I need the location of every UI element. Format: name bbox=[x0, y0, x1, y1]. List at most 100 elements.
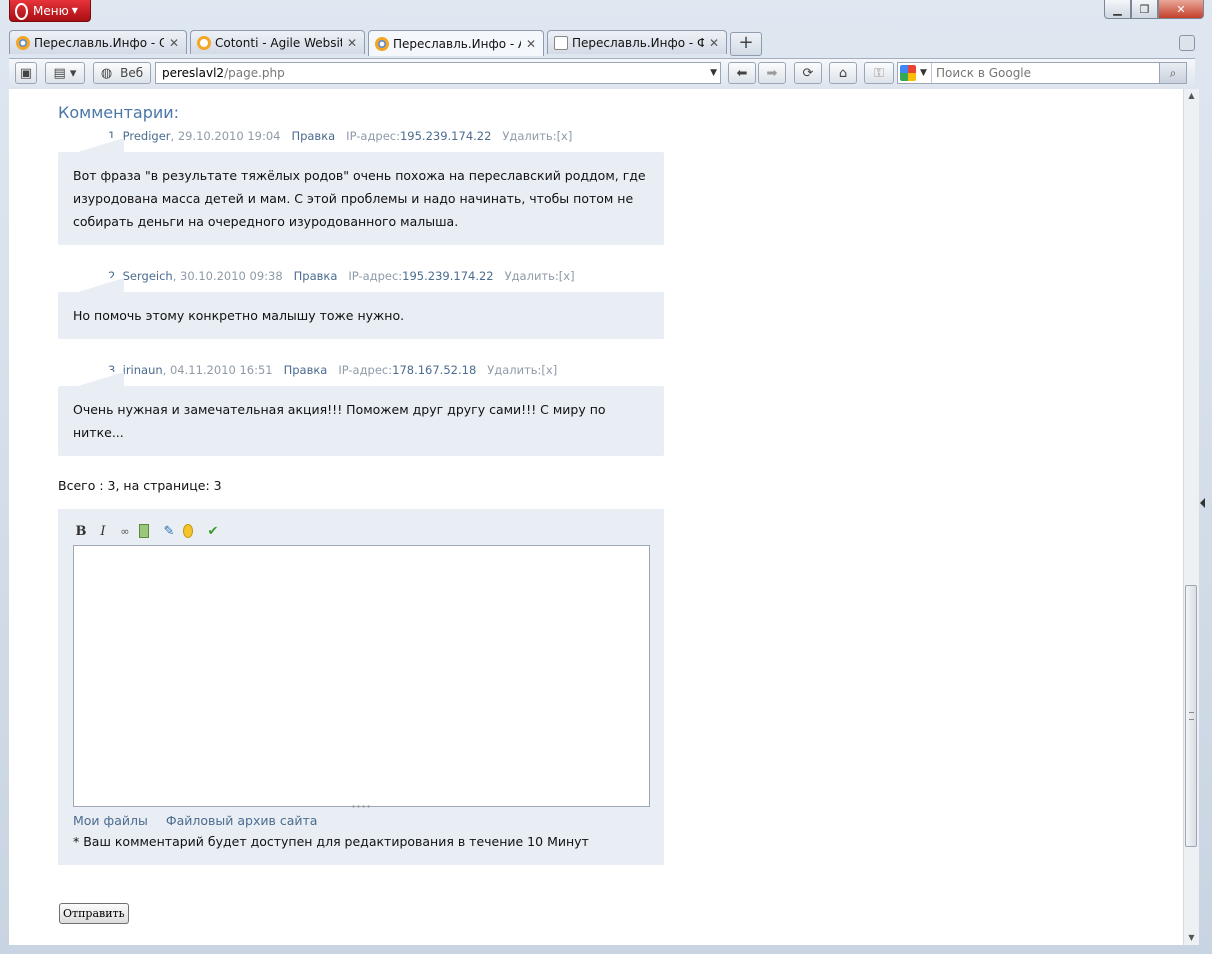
submit-button[interactable]: Отправить bbox=[59, 903, 129, 924]
comment-text: Вот фраза "в результате тяжёлых родов" о… bbox=[58, 138, 664, 245]
comment-meta: 3. irinaun, 04.11.2010 16:51 Правка IP-а… bbox=[58, 363, 664, 380]
opera-menu-button[interactable]: Меню ▼ bbox=[9, 0, 91, 22]
comments-section: Комментарии: 1. Prediger, 29.10.2010 19:… bbox=[58, 89, 664, 865]
comment-text: Очень нужная и замечательная акция!!! По… bbox=[58, 372, 664, 456]
delete-link[interactable]: Удалить:[x] bbox=[502, 129, 572, 143]
web-button[interactable]: ◍ Веб bbox=[93, 62, 151, 84]
tab-title: Переславль.Инфо - Ф... bbox=[572, 35, 704, 50]
ip-address[interactable]: 195.239.174.22 bbox=[402, 269, 493, 283]
ip-address[interactable]: 195.239.174.22 bbox=[400, 129, 491, 143]
tab-4[interactable]: Переславль.Инфо - Ф... ✕ bbox=[547, 30, 727, 54]
arrow-right-icon: ➡ bbox=[766, 65, 778, 81]
my-files-link[interactable]: Мои файлы bbox=[73, 813, 148, 828]
chevron-down-icon[interactable]: ▼ bbox=[920, 68, 927, 78]
web-label: Веб bbox=[120, 66, 144, 80]
tab-title: Cotonti - Agile Websit... bbox=[215, 35, 342, 50]
delete-link[interactable]: Удалить:[x] bbox=[505, 269, 575, 283]
arrow-left-icon: ⬅ bbox=[736, 65, 748, 81]
file-archive-link[interactable]: Файловый архив сайта bbox=[166, 813, 318, 828]
search-box: ▼ ⌕ bbox=[897, 62, 1187, 84]
page-viewport: Комментарии: 1. Prediger, 29.10.2010 19:… bbox=[9, 89, 1183, 945]
opera-icon bbox=[16, 35, 30, 50]
comment-editor: B I ∞ ✎ ✔ ∙∙∙∙ Мои файлы Файловый архив … bbox=[58, 509, 664, 865]
browser-window: Меню ▼ ▁ ❐ ✕ Переславль.Инфо - О... ✕ Co… bbox=[0, 0, 1212, 954]
reload-icon: ⟳ bbox=[802, 65, 814, 81]
italic-button[interactable]: I bbox=[95, 523, 111, 539]
quote-icon[interactable]: ✎ bbox=[161, 523, 177, 539]
close-icon[interactable]: ✕ bbox=[346, 36, 358, 50]
menu-label: Меню bbox=[33, 3, 69, 18]
navigation-toolbar: ▣ ▤ ▾ ◍ Веб pereslavl2/page.php ▼ ⬅ ➡ ⟳ … bbox=[9, 58, 1195, 90]
link-icon[interactable]: ∞ bbox=[117, 523, 133, 539]
ne-icon bbox=[554, 35, 568, 50]
cotonti-icon bbox=[197, 35, 211, 50]
comment-date: , 30.10.2010 09:38 bbox=[172, 269, 283, 283]
opera-logo-icon bbox=[14, 2, 29, 20]
tab-1[interactable]: Переславль.Инфо - О... ✕ bbox=[9, 30, 187, 54]
editor-toolbar: B I ∞ ✎ ✔ bbox=[73, 521, 649, 541]
new-tab-button[interactable]: + bbox=[730, 32, 762, 56]
back-button[interactable]: ⬅ bbox=[728, 62, 756, 84]
image-button[interactable] bbox=[139, 523, 155, 539]
comment-meta: 2. Sergeich, 30.10.2010 09:38 Правка IP-… bbox=[58, 269, 664, 286]
comment-item: 1. Prediger, 29.10.2010 19:04 Правка IP-… bbox=[58, 129, 664, 245]
divider bbox=[931, 63, 932, 83]
check-icon[interactable]: ✔ bbox=[205, 523, 221, 539]
reload-button[interactable]: ⟳ bbox=[794, 62, 822, 84]
panel-expand-icon[interactable] bbox=[1200, 498, 1205, 508]
edit-link[interactable]: Правка bbox=[291, 129, 335, 143]
maximize-button[interactable]: ❐ bbox=[1131, 0, 1158, 19]
comment-item: 3. irinaun, 04.11.2010 16:51 Правка IP-а… bbox=[58, 363, 664, 456]
tab-2[interactable]: Cotonti - Agile Websit... ✕ bbox=[190, 30, 365, 54]
comment-date: , 29.10.2010 19:04 bbox=[170, 129, 281, 143]
chevron-down-icon: ▼ bbox=[71, 6, 78, 15]
home-icon: ⌂ bbox=[838, 65, 848, 81]
globe-icon: ◍ bbox=[100, 65, 113, 81]
minimize-button[interactable]: ▁ bbox=[1104, 0, 1131, 19]
comment-date: , 04.11.2010 16:51 bbox=[162, 363, 273, 377]
file-links: Мои файлы Файловый архив сайта bbox=[73, 813, 649, 828]
forward-button[interactable]: ➡ bbox=[758, 62, 786, 84]
ip-label: IP-адрес: bbox=[348, 269, 403, 283]
google-icon[interactable] bbox=[900, 65, 916, 81]
vertical-scrollbar[interactable]: ▲ ▼ bbox=[1183, 89, 1199, 945]
scroll-thumb[interactable] bbox=[1185, 585, 1197, 847]
search-input[interactable] bbox=[936, 64, 1156, 82]
panel-toggle-button[interactable]: ▣ bbox=[15, 62, 37, 84]
edit-link[interactable]: Правка bbox=[284, 363, 328, 377]
ip-address[interactable]: 178.167.52.18 bbox=[392, 363, 476, 377]
page-menu-button[interactable]: ▤ ▾ bbox=[45, 62, 85, 84]
tab-bar: Переславль.Инфо - О... ✕ Cotonti - Agile… bbox=[9, 30, 762, 56]
ip-label: IP-адрес: bbox=[346, 129, 400, 143]
trash-icon[interactable] bbox=[1179, 35, 1195, 51]
tab-3-active[interactable]: Переславль.Инфо - А... ✕ bbox=[368, 30, 544, 56]
address-host: pereslavl2 bbox=[162, 66, 225, 80]
address-path: /page.php bbox=[224, 66, 285, 80]
close-window-button[interactable]: ✕ bbox=[1158, 0, 1204, 19]
scroll-up-icon[interactable]: ▲ bbox=[1184, 89, 1199, 103]
delete-link[interactable]: Удалить:[x] bbox=[487, 363, 557, 377]
comment-meta: 1. Prediger, 29.10.2010 19:04 Правка IP-… bbox=[58, 129, 664, 146]
section-title: Комментарии: bbox=[58, 103, 180, 122]
tab-title: Переславль.Инфо - А... bbox=[393, 36, 521, 51]
ip-label: IP-адрес: bbox=[338, 363, 393, 377]
edit-note: * Ваш комментарий будет доступен для ред… bbox=[73, 834, 589, 849]
opera-icon bbox=[375, 36, 389, 51]
chevron-down-icon[interactable]: ▼ bbox=[710, 68, 717, 78]
search-button[interactable]: ⌕ bbox=[1159, 63, 1186, 83]
resize-handle[interactable]: ∙∙∙∙ bbox=[73, 803, 649, 811]
smiley-button[interactable] bbox=[183, 523, 199, 539]
tab-title: Переславль.Инфо - О... bbox=[34, 35, 164, 50]
wand-button[interactable]: ⚿ bbox=[864, 62, 894, 84]
edit-link[interactable]: Правка bbox=[294, 269, 338, 283]
close-icon[interactable]: ✕ bbox=[708, 36, 720, 50]
scroll-down-icon[interactable]: ▼ bbox=[1184, 931, 1199, 945]
home-button[interactable]: ⌂ bbox=[829, 62, 857, 84]
comments-total: Всего : 3, на странице: 3 bbox=[58, 478, 222, 493]
grip-icon bbox=[1189, 712, 1194, 720]
close-icon[interactable]: ✕ bbox=[525, 37, 537, 51]
address-bar[interactable]: pereslavl2/page.php ▼ bbox=[155, 62, 721, 84]
comment-textarea[interactable] bbox=[73, 545, 650, 807]
close-icon[interactable]: ✕ bbox=[168, 36, 180, 50]
bold-button[interactable]: B bbox=[73, 523, 89, 539]
